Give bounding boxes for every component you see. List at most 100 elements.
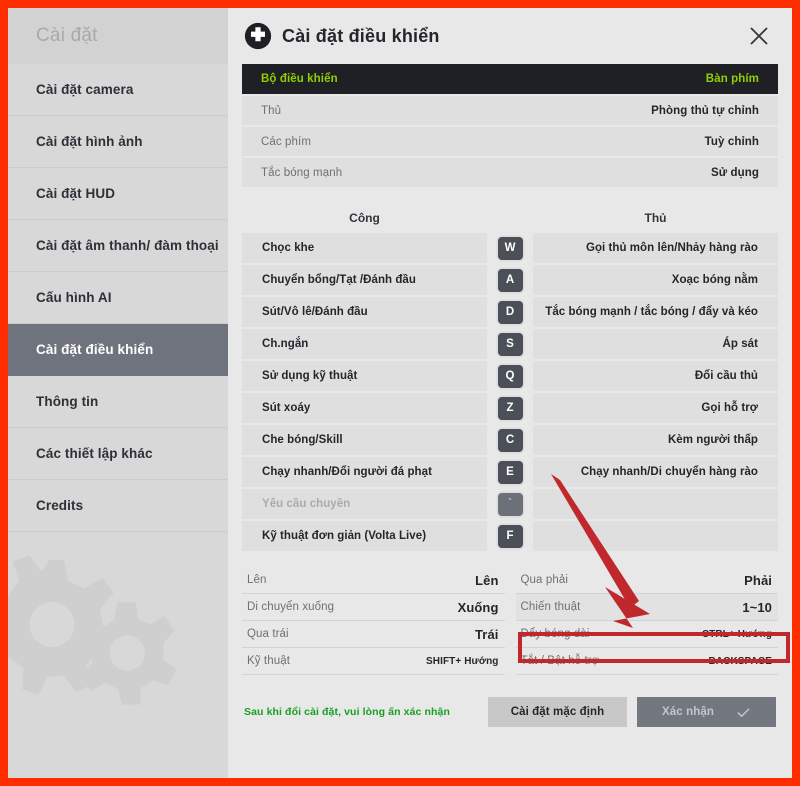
movement-label: Qua trái [247,628,289,640]
movement-value: Phải [744,572,772,588]
table-row[interactable]: Sút xoáy Z Gọi hỗ trợ [242,393,778,423]
defense-action: Đổi cầu thủ [533,361,778,391]
confirm-button[interactable]: Xác nhận [637,697,776,727]
key-badge: Z [497,396,523,420]
key-cell[interactable]: W [487,233,533,263]
attack-action: Sút xoáy [242,393,487,423]
attack-action: Ch.ngắn [242,329,487,359]
movement-row-up[interactable]: Lên Lên [242,567,505,594]
defense-action: Kèm người thấp [533,425,778,455]
movement-value: Xuống [457,599,499,615]
attack-action: Kỹ thuật đơn giản (Volta Live) [242,521,487,551]
defense-action: Gọi hỗ trợ [533,393,778,423]
attack-action: Chuyển bổng/Tạt /Đánh đầu [242,265,487,295]
screenshot-root: Cài đặt Cài đặt camera Cài đặt hình ảnh … [0,0,800,786]
key-badge: Q [497,364,523,388]
key-badge: C [497,428,523,452]
sidebar-header: Cài đặt [8,8,228,64]
movement-label: Chiến thuật [520,601,581,613]
key-cell[interactable]: ` [487,489,533,519]
panel-header: Cài đặt điều khiển [242,8,778,64]
attack-action: Sút/Vô lê/Đánh đầu [242,297,487,327]
movement-row-left[interactable]: Qua trái Trái [242,621,505,648]
defense-action [533,489,778,519]
setting-label: Bộ điều khiển [261,73,338,85]
setting-row-hard-tackle[interactable]: Tắc bóng mạnh Sử dụng [242,158,778,187]
settings-rows: Bộ điều khiển Bàn phím Thủ Phòng thủ tự … [242,64,778,187]
panel-footer: Sau khi đổi cài đặt, vui lòng ấn xác nhậ… [242,697,778,727]
key-badge: W [497,236,523,260]
key-badge: ` [497,492,523,516]
key-cell[interactable]: S [487,329,533,359]
movement-value: 1~10 [742,599,772,615]
key-cell[interactable]: D [487,297,533,327]
table-row[interactable]: Chọc khe W Gọi thủ môn lên/Nhảy hàng rào [242,233,778,263]
key-cell[interactable]: Q [487,361,533,391]
movement-row-right[interactable]: Qua phải Phải [515,567,778,594]
movement-row-tactics[interactable]: Chiến thuật 1~10 [515,594,778,621]
key-cell[interactable]: A [487,265,533,295]
sidebar-item-audio[interactable]: Cài đặt âm thanh/ đàm thoại [8,220,228,272]
page-title: Cài đặt điều khiển [282,25,440,46]
table-row[interactable]: Chạy nhanh/Đổi người đá phạt E Chạy nhan… [242,457,778,487]
table-row[interactable]: Chuyển bổng/Tạt /Đánh đầu A Xoạc bóng nằ… [242,265,778,295]
setting-label: Tắc bóng mạnh [261,166,343,179]
attack-action: Chạy nhanh/Đổi người đá phạt [242,457,487,487]
sidebar-item-image[interactable]: Cài đặt hình ảnh [8,116,228,168]
table-row[interactable]: Che bóng/Skill C Kèm người thấp [242,425,778,455]
movement-label: Kỹ thuật [247,655,290,667]
movement-label: Lên [247,574,267,586]
key-badge: F [497,524,523,548]
sidebar-item-ai[interactable]: Cấu hình AI [8,272,228,324]
key-badge: E [497,460,523,484]
defense-action: Chạy nhanh/Di chuyển hàng rào [533,457,778,487]
defense-action: Xoạc bóng nằm [533,265,778,295]
sidebar-item-camera[interactable]: Cài đặt camera [8,64,228,116]
sidebar-item-other[interactable]: Các thiết lập khác [8,428,228,480]
column-header-attack: Công [349,211,380,225]
column-header-defense: Thủ [644,211,667,225]
key-cell[interactable]: C [487,425,533,455]
movement-value: Trái [474,626,499,642]
table-row[interactable]: Sử dụng kỹ thuật Q Đổi cầu thủ [242,361,778,391]
sidebar-item-credits[interactable]: Credits [8,480,228,532]
setting-row-defense[interactable]: Thủ Phòng thủ tự chỉnh [242,96,778,125]
table-row[interactable]: Kỹ thuật đơn giản (Volta Live) F [242,521,778,551]
setting-value: Tuỳ chỉnh [704,135,759,148]
key-badge: S [497,332,523,356]
reset-default-button[interactable]: Cài đặt mặc định [488,697,627,727]
movement-value: SHIFT+ Hướng [426,655,499,667]
movement-row-skill[interactable]: Kỹ thuật SHIFT+ Hướng [242,648,505,675]
confirm-button-label: Xác nhận [662,706,714,718]
key-cell[interactable]: Z [487,393,533,423]
key-badge: A [497,268,523,292]
gear-watermark-small [76,602,177,705]
sidebar-item-hud[interactable]: Cài đặt HUD [8,168,228,220]
defense-action: Gọi thủ môn lên/Nhảy hàng rào [533,233,778,263]
sidebar-item-info[interactable]: Thông tin [8,376,228,428]
dpad-icon [244,22,272,50]
setting-row-keys[interactable]: Các phím Tuỳ chỉnh [242,127,778,156]
setting-value: Sử dụng [711,166,759,179]
key-cell[interactable]: E [487,457,533,487]
close-icon[interactable] [744,21,774,51]
setting-value: Bàn phím [705,73,759,85]
table-row[interactable]: Ch.ngắn S Áp sát [242,329,778,359]
defense-action [533,521,778,551]
table-row[interactable]: Yêu cầu chuyền ` [242,489,778,519]
highlight-box [518,632,790,663]
defense-action: Tắc bóng mạnh / tắc bóng / đẩy và kéo [533,297,778,327]
movement-row-down[interactable]: Di chuyển xuống Xuống [242,594,505,621]
keybind-table-body: Chọc khe W Gọi thủ môn lên/Nhảy hàng rào… [242,233,778,551]
key-badge: D [497,300,523,324]
sidebar-item-controls[interactable]: Cài đặt điều khiển [8,324,228,376]
movement-column-left: Lên Lên Di chuyển xuống Xuống Qua trái T… [242,567,505,675]
movement-value: Lên [475,572,499,588]
gear-watermark-large [8,555,123,695]
check-icon [737,707,750,717]
movement-label: Di chuyển xuống [247,601,335,613]
table-row[interactable]: Sút/Vô lê/Đánh đầu D Tắc bóng mạnh / tắc… [242,297,778,327]
key-cell[interactable]: F [487,521,533,551]
setting-row-controller[interactable]: Bộ điều khiển Bàn phím [242,64,778,94]
setting-label: Các phím [261,135,312,148]
